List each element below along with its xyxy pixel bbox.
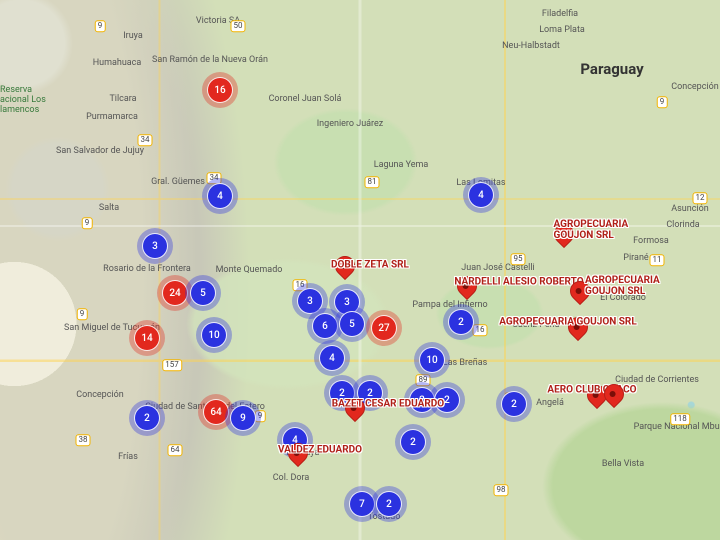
- cluster-marker[interactable]: 7: [349, 491, 375, 517]
- cluster-marker[interactable]: 9: [230, 405, 256, 431]
- cluster-marker[interactable]: 14: [134, 325, 160, 351]
- cluster-marker[interactable]: 27: [371, 315, 397, 341]
- cluster-marker[interactable]: 2: [434, 387, 460, 413]
- cluster-marker[interactable]: 6: [312, 313, 338, 339]
- cluster-marker[interactable]: 4: [319, 345, 345, 371]
- cluster-marker[interactable]: 64: [203, 399, 229, 425]
- cluster-marker[interactable]: 2: [409, 387, 435, 413]
- cluster-marker[interactable]: 2: [448, 309, 474, 335]
- cluster-marker[interactable]: 2: [501, 391, 527, 417]
- cluster-marker[interactable]: 2: [400, 429, 426, 455]
- cluster-marker[interactable]: 5: [190, 280, 216, 306]
- cluster-marker[interactable]: 16: [207, 77, 233, 103]
- cluster-marker[interactable]: 10: [419, 347, 445, 373]
- cluster-marker[interactable]: 10: [201, 322, 227, 348]
- cluster-marker[interactable]: 5: [339, 311, 365, 337]
- cluster-marker[interactable]: 3: [142, 233, 168, 259]
- cluster-marker[interactable]: 2: [134, 405, 160, 431]
- cluster-marker[interactable]: 24: [162, 280, 188, 306]
- map-terrain[interactable]: [0, 0, 720, 540]
- cluster-marker[interactable]: 4: [207, 183, 233, 209]
- cluster-marker[interactable]: 2: [376, 491, 402, 517]
- cluster-marker[interactable]: 4: [468, 182, 494, 208]
- cluster-marker[interactable]: 3: [297, 288, 323, 314]
